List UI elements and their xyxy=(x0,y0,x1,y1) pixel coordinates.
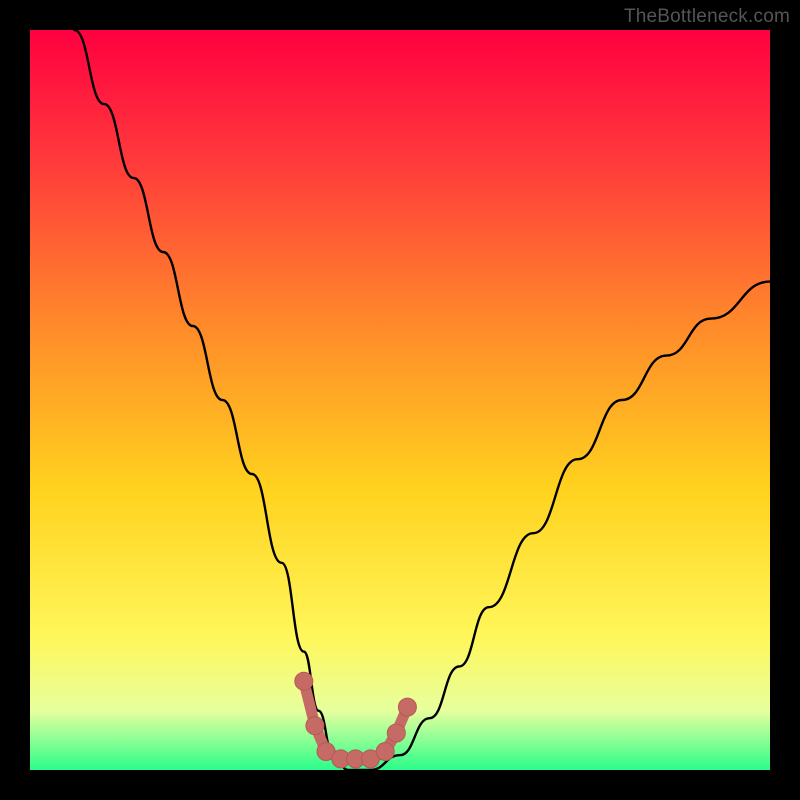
marker-dot xyxy=(376,743,394,761)
gradient-background xyxy=(30,30,770,770)
chart-stage: TheBottleneck.com xyxy=(0,0,800,800)
bottleneck-chart xyxy=(0,0,800,800)
marker-dot xyxy=(306,717,324,735)
marker-dot xyxy=(387,724,405,742)
marker-dot xyxy=(295,672,313,690)
watermark-text: TheBottleneck.com xyxy=(624,6,790,28)
marker-dot xyxy=(398,698,416,716)
